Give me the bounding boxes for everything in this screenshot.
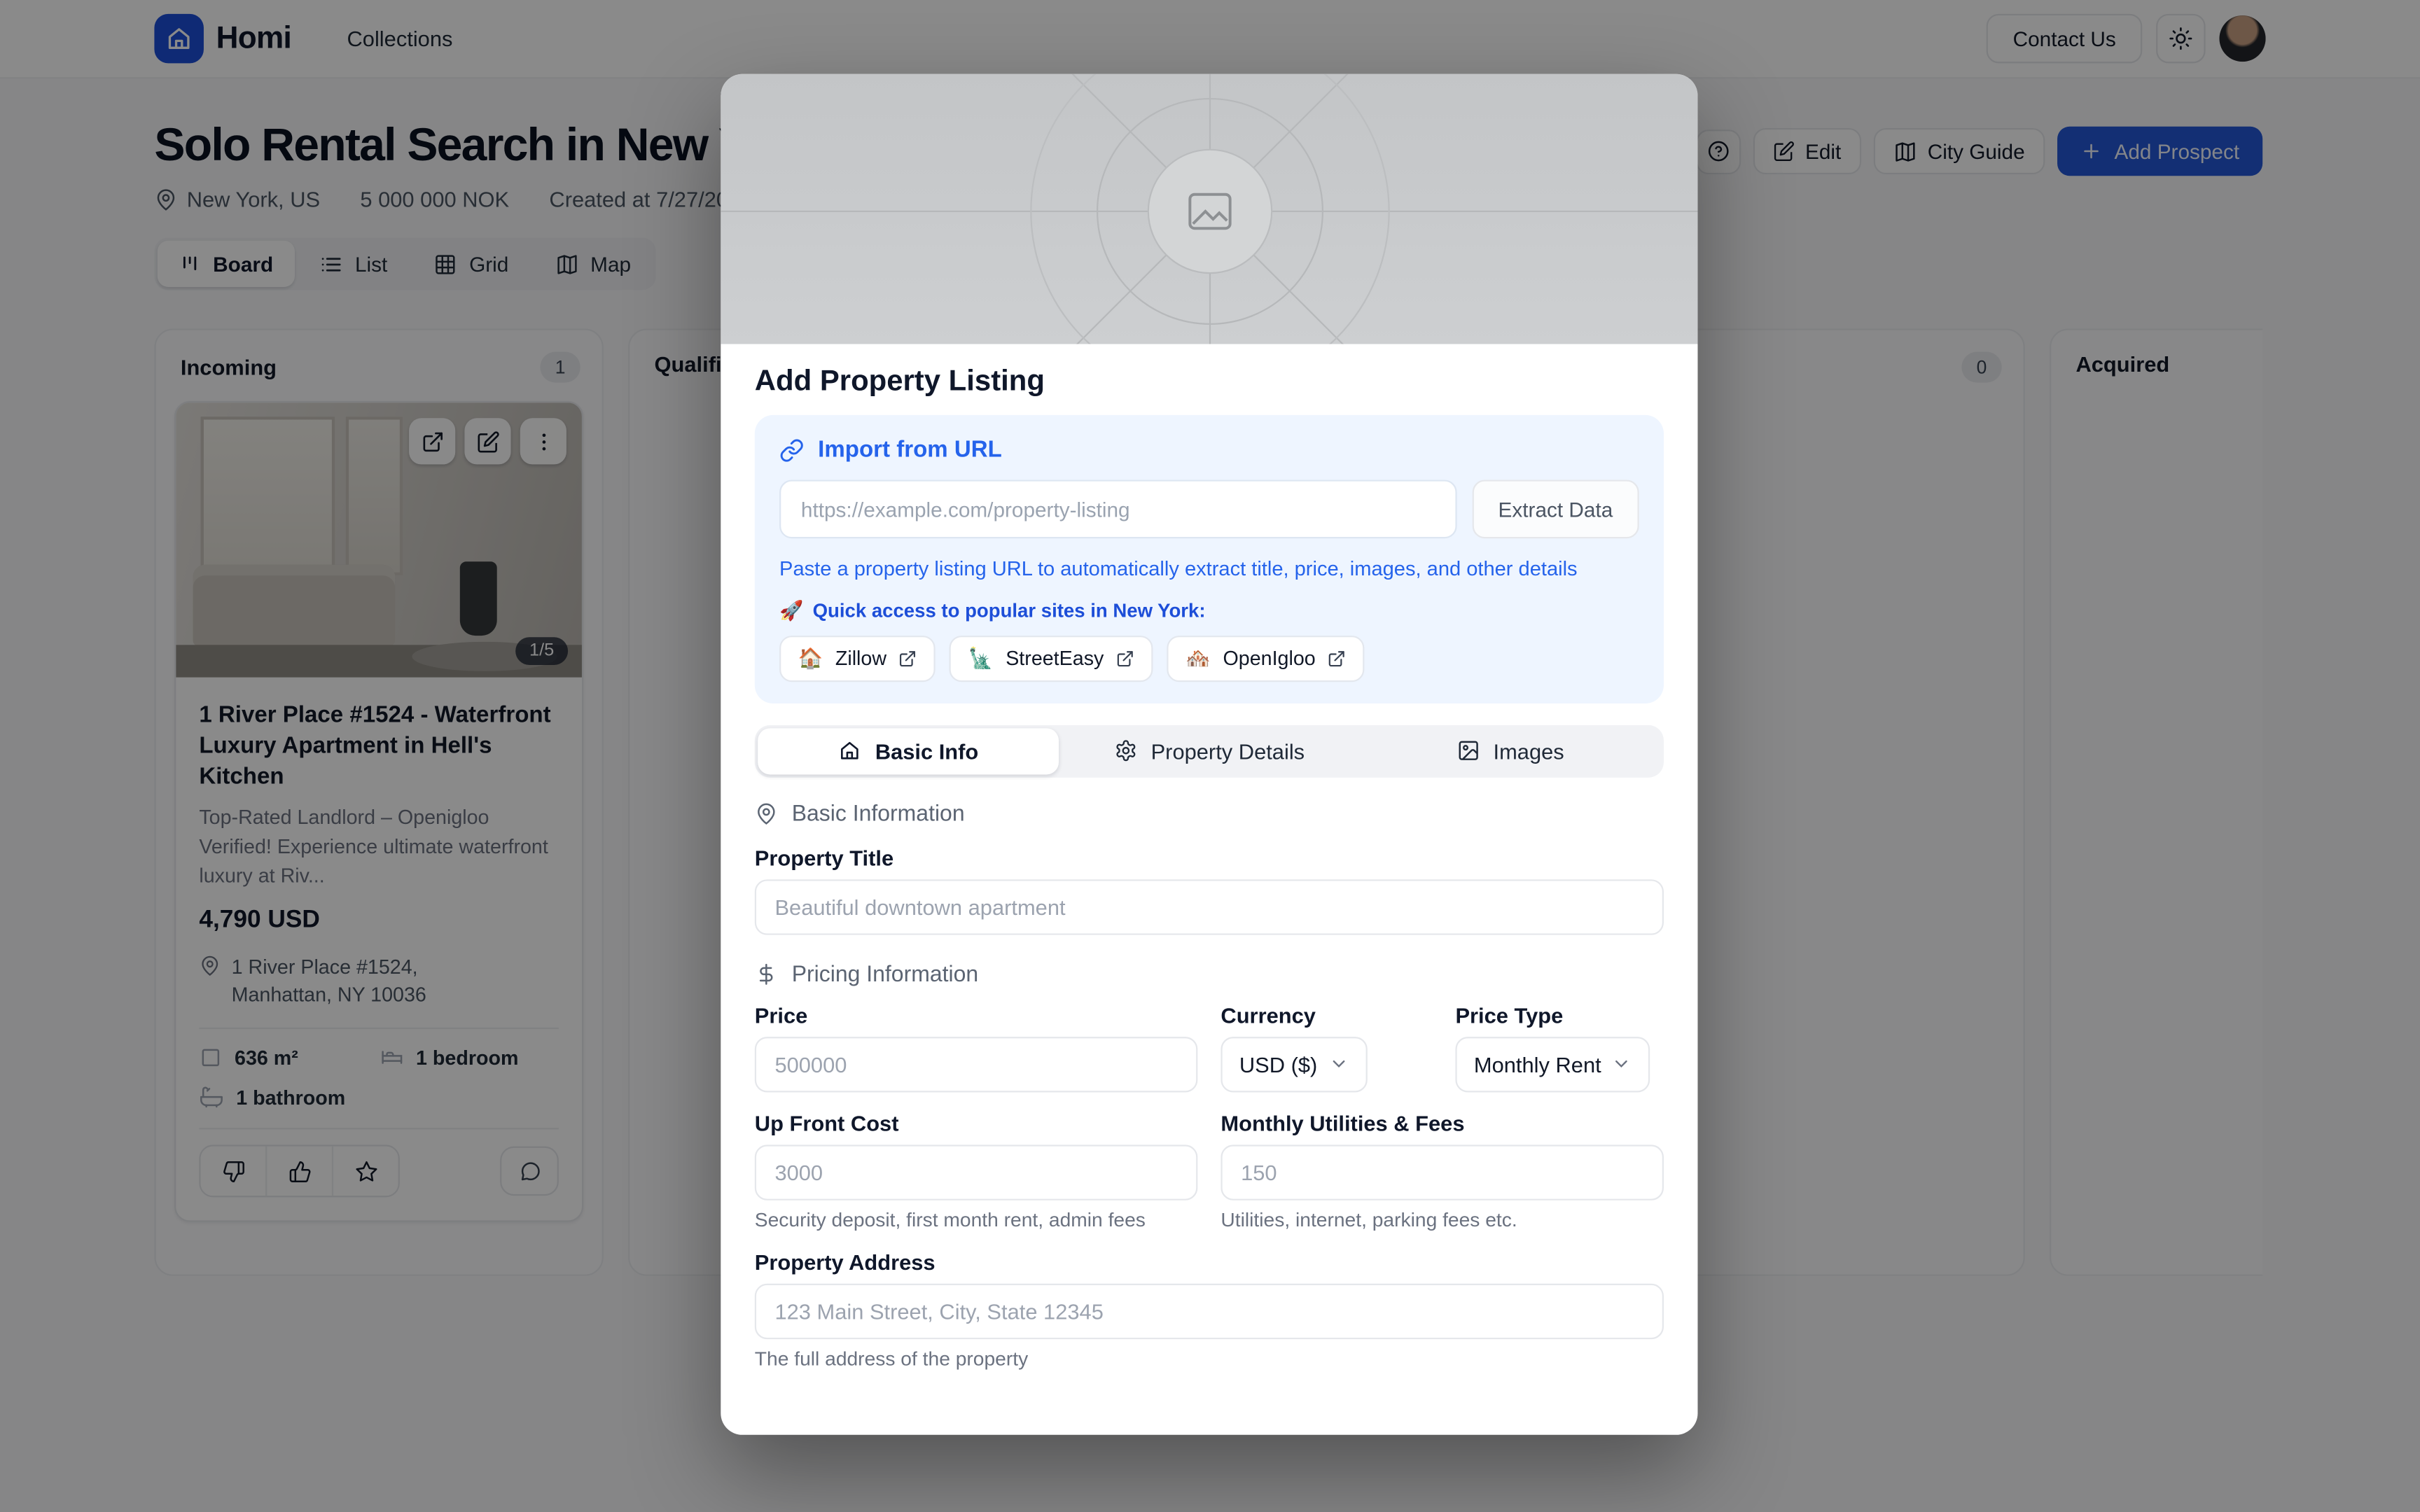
pricing-information-section-header: Pricing Information [755, 962, 1664, 987]
currency-value: USD ($) [1239, 1052, 1317, 1077]
price-type-select[interactable]: Monthly Rent [1455, 1037, 1650, 1092]
site-name: Zillow [835, 647, 886, 670]
modal-tab-bar: Basic Info Property Details Images [755, 725, 1664, 778]
quick-access-label-text: Quick access to popular sites in New Yor… [813, 601, 1206, 622]
currency-label: Currency [1221, 1002, 1432, 1027]
gear-icon [1114, 739, 1137, 762]
modal-title: Add Property Listing [755, 365, 1664, 399]
utilities-input[interactable] [1221, 1144, 1664, 1200]
price-type-value: Monthly Rent [1474, 1052, 1601, 1077]
dollar-icon [755, 963, 778, 986]
house-emoji-icon: 🏠 [798, 646, 823, 671]
property-title-label: Property Title [755, 845, 1664, 869]
upfront-cost-input[interactable] [755, 1144, 1198, 1200]
houses-emoji-icon: 🏘️ [1185, 646, 1211, 671]
property-title-input[interactable] [755, 879, 1664, 934]
currency-select[interactable]: USD ($) [1221, 1037, 1366, 1092]
upfront-cost-helper: Security deposit, first month rent, admi… [755, 1208, 1198, 1231]
extract-data-button[interactable]: Extract Data [1472, 479, 1639, 538]
property-address-input[interactable] [755, 1283, 1664, 1338]
tab-images[interactable]: Images [1360, 728, 1661, 774]
property-address-label: Property Address [755, 1250, 1664, 1274]
rocket-emoji-icon: 🚀 [779, 600, 803, 623]
import-from-url-panel: Import from URL Extract Data Paste a pro… [755, 415, 1664, 704]
property-address-helper: The full address of the property [755, 1347, 1664, 1370]
external-link-icon [1328, 650, 1346, 668]
link-icon [779, 438, 804, 462]
utilities-label: Monthly Utilities & Fees [1221, 1111, 1664, 1135]
quick-access-label: 🚀 Quick access to popular sites in New Y… [779, 600, 1639, 623]
basic-information-section-header: Basic Information [755, 802, 1664, 827]
chevron-down-icon [1612, 1054, 1632, 1074]
app-root: Homi Collections Contact Us Solo Rental … [0, 0, 2420, 1512]
section-title: Basic Information [792, 802, 965, 827]
price-label: Price [755, 1002, 1198, 1027]
import-heading: Import from URL [779, 437, 1639, 463]
external-link-icon [899, 650, 917, 668]
site-link-openigloo[interactable]: 🏘️ OpenIgloo [1167, 636, 1365, 682]
image-icon [1456, 739, 1480, 762]
map-pin-icon [755, 803, 778, 826]
utilities-helper: Utilities, internet, parking fees etc. [1221, 1208, 1664, 1231]
external-link-icon [1116, 650, 1134, 668]
chevron-down-icon [1328, 1054, 1349, 1074]
home-icon [838, 739, 861, 762]
import-heading-label: Import from URL [818, 437, 1002, 463]
price-input[interactable] [755, 1037, 1198, 1092]
modal-hero-image-placeholder [721, 74, 1697, 344]
site-link-zillow[interactable]: 🏠 Zillow [779, 636, 936, 682]
tab-label: Basic Info [875, 738, 978, 763]
section-title: Pricing Information [792, 962, 978, 987]
tab-label: Images [1494, 738, 1564, 763]
upfront-cost-label: Up Front Cost [755, 1111, 1198, 1135]
placeholder-pattern [721, 74, 1697, 344]
add-property-modal: Add Property Listing Import from URL Ext… [721, 74, 1697, 1435]
price-type-label: Price Type [1455, 1002, 1664, 1027]
listing-url-input[interactable] [779, 479, 1456, 538]
import-helper-text: Paste a property listing URL to automati… [779, 555, 1639, 582]
site-link-streeteasy[interactable]: 🗽 StreetEasy [950, 636, 1153, 682]
tab-label: Property Details [1151, 738, 1305, 763]
tab-property-details[interactable]: Property Details [1059, 728, 1360, 774]
liberty-emoji-icon: 🗽 [968, 646, 994, 671]
site-name: OpenIgloo [1223, 647, 1315, 670]
site-name: StreetEasy [1006, 647, 1104, 670]
tab-basic-info[interactable]: Basic Info [758, 728, 1059, 774]
